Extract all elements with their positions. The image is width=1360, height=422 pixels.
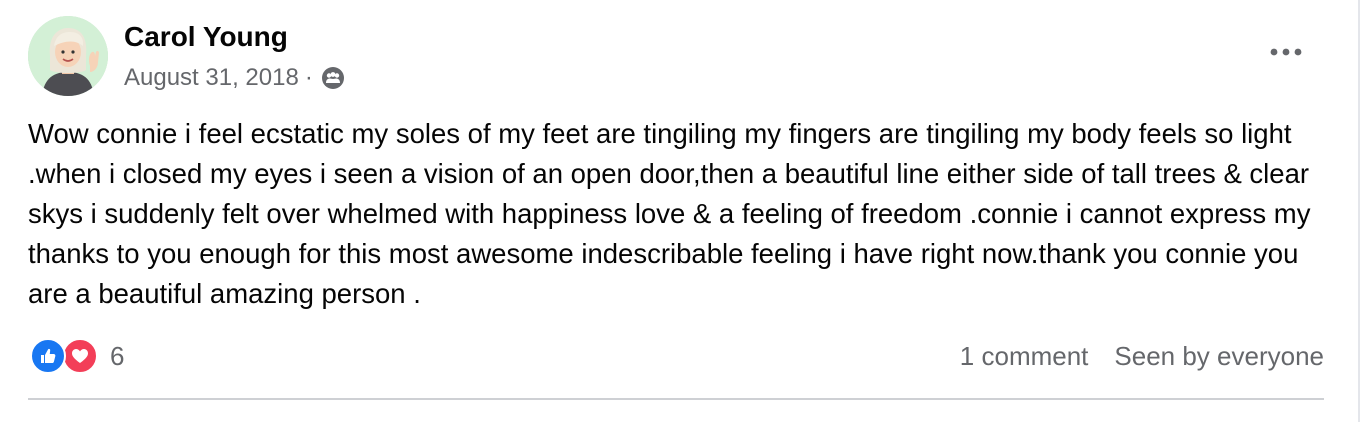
reactions-summary[interactable]: 6 [30, 336, 124, 376]
friends-group-icon[interactable] [321, 66, 345, 90]
post-stats: 1 comment Seen by everyone [960, 336, 1324, 376]
more-options-icon [1270, 48, 1302, 56]
reaction-count: 6 [110, 340, 125, 371]
like-icon [30, 338, 66, 374]
post-date[interactable]: August 31, 2018 [124, 64, 299, 92]
meta-separator: · [304, 64, 313, 91]
post-meta: August 31, 2018 · [124, 62, 345, 94]
avatar-illustration [28, 16, 108, 96]
seen-by-link[interactable]: Seen by everyone [1114, 341, 1324, 372]
love-icon [62, 338, 98, 374]
post-card: Carol Young August 31, 2018 · Wow connie… [0, 0, 1360, 422]
post-body-text: Wow connie i feel ecstatic my soles of m… [28, 118, 1319, 309]
avatar[interactable] [28, 16, 108, 96]
divider [28, 398, 1324, 400]
more-options-button[interactable] [1264, 32, 1308, 72]
comments-count-link[interactable]: 1 comment [960, 341, 1089, 372]
author-name[interactable]: Carol Young [124, 20, 288, 54]
